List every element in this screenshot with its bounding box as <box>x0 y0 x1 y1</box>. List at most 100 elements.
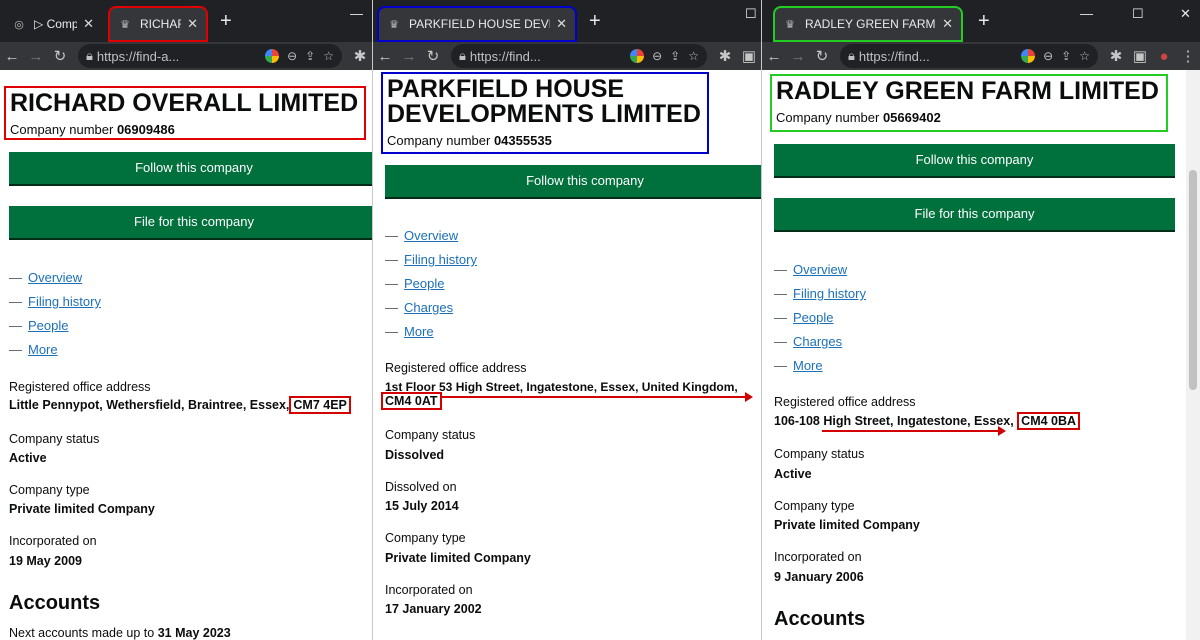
tab-strip: ♛ PARKFIELD HOUSE DEVELOPM ✕ + ☐ <box>373 0 761 42</box>
lock-icon: 🔒︎ <box>848 48 855 63</box>
file-company-button[interactable]: File for this company <box>774 198 1175 230</box>
file-company-button[interactable]: File for this company <box>9 206 372 238</box>
address-value: Little Pennypot, Wethersfield, Braintree… <box>9 396 351 414</box>
status-value: Active <box>9 451 47 465</box>
tab-richard[interactable]: ♛ RICHARD ✕ <box>108 6 208 42</box>
minimize-icon[interactable]: — <box>1080 6 1093 21</box>
nav-overview[interactable]: — Overview <box>385 226 477 250</box>
type-value: Private limited Company <box>774 518 920 532</box>
address-label: Registered office address <box>774 395 916 409</box>
next-accounts: Next accounts made up to 31 May 2023 <box>9 626 231 640</box>
maximize-icon[interactable]: ☐ <box>745 6 757 22</box>
nav-overview[interactable]: — Overview <box>774 260 866 284</box>
address-bar[interactable]: 🔒︎ https://find... ⊖ ⇪ ☆ <box>840 44 1098 68</box>
type-value: Private limited Company <box>385 551 531 565</box>
type-label: Company type <box>385 531 466 545</box>
tab-radley[interactable]: ♛ RADLEY GREEN FARM LIMITED ✕ <box>773 6 963 42</box>
nav-more[interactable]: — More <box>9 340 101 364</box>
follow-company-button[interactable]: Follow this company <box>9 152 372 184</box>
new-tab-button[interactable]: + <box>978 10 990 32</box>
company-nav: — Overview — Filing history — People — More <box>9 268 101 364</box>
dissolved-value: 15 July 2014 <box>385 499 459 513</box>
forward-icon[interactable]: → <box>24 48 48 65</box>
star-icon[interactable]: ☆ <box>323 49 334 63</box>
status-label: Company status <box>385 428 476 442</box>
status-label: Company status <box>774 447 865 461</box>
forward-icon[interactable]: → <box>397 48 421 65</box>
google-icon[interactable] <box>1021 49 1036 63</box>
close-window-icon[interactable]: ✕ <box>1180 6 1191 22</box>
forward-icon[interactable]: → <box>786 48 810 65</box>
follow-company-button[interactable]: Follow this company <box>385 165 761 197</box>
tab-strip: ♛ RADLEY GREEN FARM LIMITED ✕ + — ☐ ✕ <box>762 0 1200 42</box>
new-tab-button[interactable]: + <box>589 10 601 32</box>
page-content: PARKFIELD HOUSE DEVELOPMENTS LIMITED Com… <box>373 70 761 640</box>
reload-icon[interactable]: ↻ <box>48 47 72 65</box>
close-tab-icon[interactable]: ✕ <box>83 16 94 32</box>
nav-filing-history[interactable]: — Filing history <box>774 284 866 308</box>
nav-charges[interactable]: — Charges <box>774 332 866 356</box>
sidepanel-icon[interactable]: ▣ <box>737 47 761 65</box>
address-bar[interactable]: 🔒︎ https://find-a... ⊖ ⇪ ☆ <box>78 44 342 68</box>
reload-icon[interactable]: ↻ <box>421 47 445 65</box>
close-tab-icon[interactable]: ✕ <box>187 16 198 32</box>
tab-companies[interactable]: ◎ ▷ Compa ✕ <box>4 6 102 42</box>
nav-charges[interactable]: — Charges <box>385 298 477 322</box>
extensions-icon[interactable]: ✱ <box>713 47 737 65</box>
nav-people[interactable]: — People <box>385 274 477 298</box>
nav-more[interactable]: — More <box>385 322 477 346</box>
back-icon[interactable]: ← <box>762 48 786 65</box>
company-header: RICHARD OVERALL LIMITED Company number 0… <box>4 86 366 140</box>
company-header: RADLEY GREEN FARM LIMITED Company number… <box>770 74 1168 132</box>
company-name: RICHARD OVERALL LIMITED <box>10 89 359 117</box>
menu-icon[interactable]: ⋮ <box>1176 47 1200 65</box>
maximize-icon[interactable]: ☐ <box>1132 6 1144 22</box>
zoom-icon[interactable]: ⊖ <box>652 49 662 63</box>
extensions-icon[interactable]: ✱ <box>348 47 372 65</box>
address-bar[interactable]: 🔒︎ https://find... ⊖ ⇪ ☆ <box>451 44 707 68</box>
share-icon[interactable]: ⇪ <box>1061 49 1071 63</box>
minimize-icon[interactable]: — <box>350 6 363 21</box>
back-icon[interactable]: ← <box>373 48 397 65</box>
reload-icon[interactable]: ↻ <box>810 47 834 65</box>
zoom-icon[interactable]: ⊖ <box>287 49 297 63</box>
zoom-icon[interactable]: ⊖ <box>1043 49 1053 63</box>
nav-more[interactable]: — More <box>774 356 866 380</box>
star-icon[interactable]: ☆ <box>1079 49 1090 63</box>
nav-filing-history[interactable]: — Filing history <box>9 292 101 316</box>
avatar[interactable]: ● <box>1152 48 1176 65</box>
scrollbar-thumb[interactable] <box>1189 170 1197 390</box>
tab-strip: ◎ ▷ Compa ✕ ♛ RICHARD ✕ + — <box>0 0 372 42</box>
share-icon[interactable]: ⇪ <box>670 49 680 63</box>
back-icon[interactable]: ← <box>0 48 24 65</box>
company-name-line1: PARKFIELD HOUSE <box>387 75 625 103</box>
nav-filing-history[interactable]: — Filing history <box>385 250 477 274</box>
page-content: RADLEY GREEN FARM LIMITED Company number… <box>762 70 1200 640</box>
browser-window-1: ◎ ▷ Compa ✕ ♛ RICHARD ✕ + — ← → ↻ 🔒︎ htt… <box>0 0 372 640</box>
nav-people[interactable]: — People <box>9 316 101 340</box>
extensions-icon[interactable]: ✱ <box>1104 47 1128 65</box>
follow-company-button[interactable]: Follow this company <box>774 144 1175 176</box>
browser-toolbar: ← → ↻ 🔒︎ https://find-a... ⊖ ⇪ ☆ ✱ <box>0 42 372 70</box>
status-value: Active <box>774 467 812 481</box>
crown-icon: ♛ <box>120 18 130 31</box>
share-icon[interactable]: ⇪ <box>305 49 315 63</box>
close-tab-icon[interactable]: ✕ <box>556 16 567 32</box>
lock-icon: 🔒︎ <box>459 48 466 63</box>
nav-overview[interactable]: — Overview <box>9 268 101 292</box>
incorporated-value: 19 May 2009 <box>9 554 82 568</box>
google-icon[interactable] <box>265 49 280 63</box>
sidepanel-icon[interactable]: ▣ <box>1128 47 1152 65</box>
incorporated-label: Incorporated on <box>385 583 473 597</box>
tab-parkfield[interactable]: ♛ PARKFIELD HOUSE DEVELOPM ✕ <box>377 6 577 42</box>
browser-toolbar: ← → ↻ 🔒︎ https://find... ⊖ ⇪ ☆ ✱ ▣ <box>373 42 761 70</box>
scrollbar[interactable] <box>1186 70 1200 640</box>
star-icon[interactable]: ☆ <box>688 49 699 63</box>
page-content: RICHARD OVERALL LIMITED Company number 0… <box>0 70 372 640</box>
new-tab-button[interactable]: + <box>220 10 232 32</box>
close-tab-icon[interactable]: ✕ <box>942 16 953 32</box>
crown-icon: ♛ <box>389 18 399 31</box>
address-value: 106-108 High Street, Ingatestone, Essex,… <box>774 412 1081 430</box>
nav-people[interactable]: — People <box>774 308 866 332</box>
google-icon[interactable] <box>630 49 645 63</box>
